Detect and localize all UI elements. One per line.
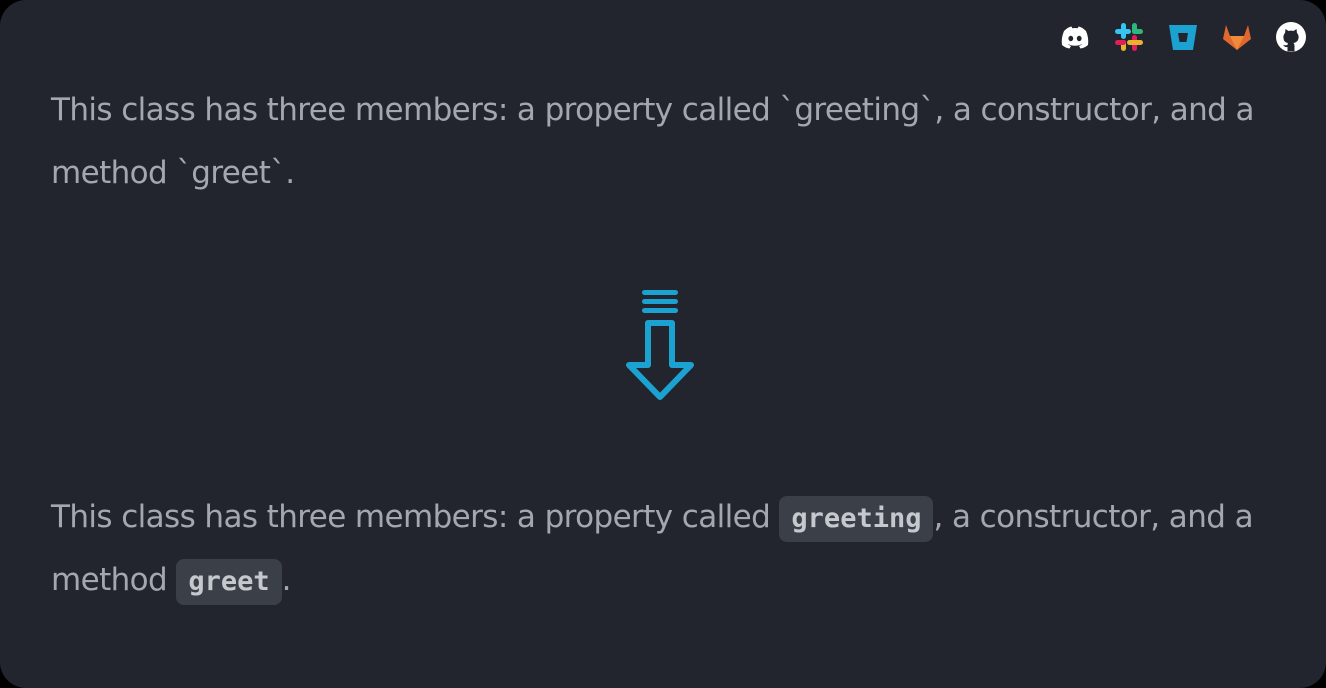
github-icon[interactable] [1274,20,1308,54]
share-icons [1058,20,1308,54]
discord-icon[interactable] [1058,20,1092,54]
rendered-text-part: . [281,562,292,598]
rendered-text-part: This class has three members: a property… [51,499,780,535]
inline-code: greet [176,559,282,605]
slack-icon[interactable] [1112,20,1146,54]
rendered-text: This class has three members: a property… [51,486,1271,612]
inline-code: greeting [779,496,934,542]
source-markdown-text: This class has three members: a property… [51,92,1255,191]
preview-card: This class has three members: a property… [0,0,1326,688]
arrow-down-icon [626,290,694,400]
gitlab-icon[interactable] [1220,20,1254,54]
bitbucket-icon[interactable] [1166,20,1200,54]
